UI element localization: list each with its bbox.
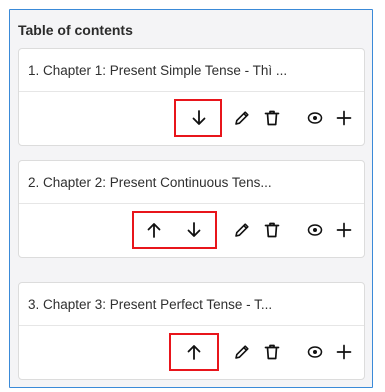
move-down-button[interactable] xyxy=(183,219,205,241)
pencil-icon xyxy=(235,345,249,359)
preview-button[interactable] xyxy=(304,219,326,241)
trash-icon xyxy=(264,344,280,360)
pencil-icon xyxy=(235,111,249,125)
trash-icon xyxy=(264,222,280,238)
trash-icon xyxy=(264,110,280,126)
delete-button[interactable] xyxy=(261,341,283,363)
panel-heading: Table of contents xyxy=(18,22,133,38)
add-button[interactable] xyxy=(333,341,355,363)
delete-button[interactable] xyxy=(261,219,283,241)
arrow-down-icon xyxy=(192,110,206,125)
eye-icon xyxy=(307,112,323,124)
eye-icon xyxy=(307,224,323,236)
delete-button[interactable] xyxy=(261,107,283,129)
arrow-up-icon xyxy=(147,223,161,238)
move-up-button[interactable] xyxy=(183,341,205,363)
move-down-button[interactable] xyxy=(188,107,210,129)
chapter-title[interactable]: 1. Chapter 1: Present Simple Tense - Thì… xyxy=(19,49,364,92)
plus-icon xyxy=(336,222,352,238)
arrow-up-icon xyxy=(187,345,201,360)
chapter-actions xyxy=(19,92,364,145)
edit-button[interactable] xyxy=(231,341,253,363)
chapter-actions xyxy=(19,326,364,379)
table-of-contents-panel: Table of contents 1. Chapter 1: Present … xyxy=(9,9,373,388)
chapter-title[interactable]: 2. Chapter 2: Present Continuous Tens... xyxy=(19,161,364,204)
preview-button[interactable] xyxy=(304,107,326,129)
arrow-down-icon xyxy=(187,222,201,237)
chapter-actions xyxy=(19,204,364,257)
move-up-button[interactable] xyxy=(143,219,165,241)
chapter-card: 3. Chapter 3: Present Perfect Tense - T.… xyxy=(18,282,365,380)
edit-button[interactable] xyxy=(231,107,253,129)
chapter-card: 1. Chapter 1: Present Simple Tense - Thì… xyxy=(18,48,365,146)
chapter-title[interactable]: 3. Chapter 3: Present Perfect Tense - T.… xyxy=(19,283,364,326)
pencil-icon xyxy=(235,223,249,237)
preview-button[interactable] xyxy=(304,341,326,363)
edit-button[interactable] xyxy=(231,219,253,241)
plus-icon xyxy=(336,110,352,126)
chapter-card: 2. Chapter 2: Present Continuous Tens... xyxy=(18,160,365,258)
eye-icon xyxy=(307,346,323,358)
add-button[interactable] xyxy=(333,107,355,129)
plus-icon xyxy=(336,344,352,360)
add-button[interactable] xyxy=(333,219,355,241)
